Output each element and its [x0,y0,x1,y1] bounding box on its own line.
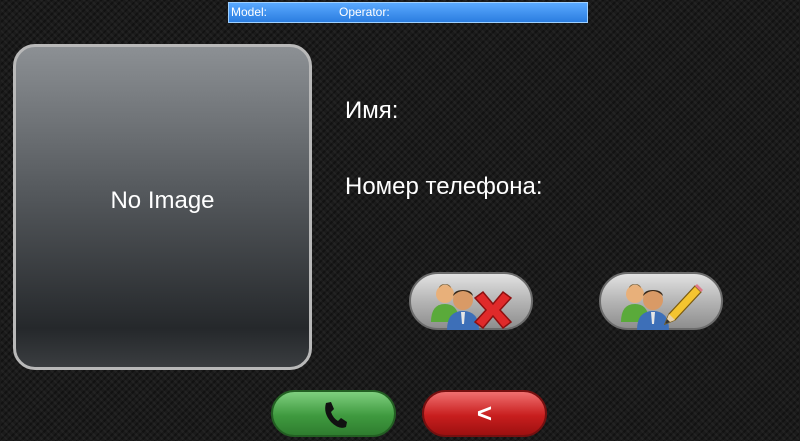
operator-label: Operator: [339,5,390,19]
no-image-text: No Image [110,187,215,214]
back-label: < [476,398,493,428]
name-label: Имя: [345,97,399,124]
call-button[interactable] [271,390,396,437]
status-bar: Model: Operator: [228,2,588,23]
phone-icon [325,402,347,428]
edit-contact-icon [621,284,703,330]
back-button[interactable]: < [422,390,547,437]
phone-label: Номер телефона: [345,173,543,200]
contact-photo: No Image [13,44,312,370]
delete-contact-button[interactable] [409,272,533,330]
edit-contact-button[interactable] [599,272,723,330]
delete-contact-icon [431,284,513,330]
model-label: Model: [231,5,268,19]
